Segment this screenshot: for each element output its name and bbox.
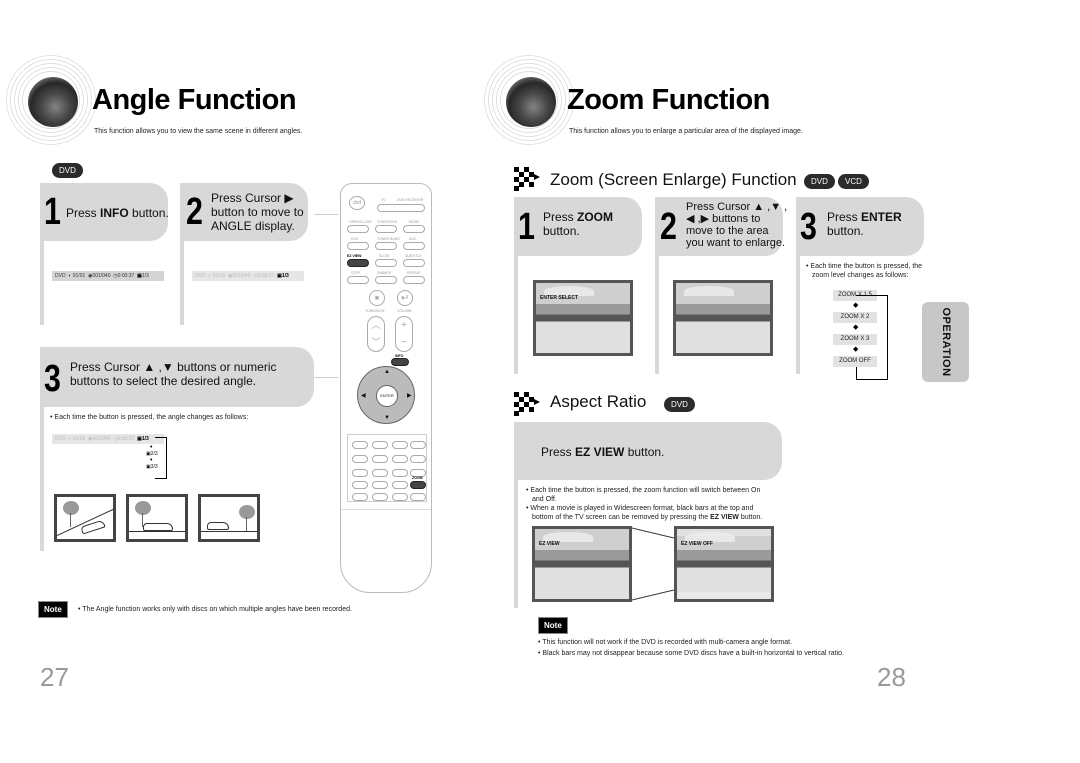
step-2-number: 2	[186, 191, 203, 233]
step-3-text: Press Cursor ▲ ,▼ buttons or numeric butt…	[70, 360, 277, 388]
dvd-power-button: dvd	[349, 196, 365, 210]
zoom-step-1-text: Press ZOOM button.	[543, 210, 614, 238]
dvd-badge: DVD	[804, 174, 835, 189]
angle-bullet: • Each time the button is pressed, the a…	[50, 414, 249, 421]
angle-image-2	[126, 494, 188, 542]
cursor-down-icon: ▼	[384, 415, 390, 421]
speaker-graphic	[6, 55, 96, 145]
page-subtitle-zoom: This function allows you to enlarge a pa…	[569, 128, 803, 135]
step-1-text: Press INFO button.	[66, 206, 169, 220]
ez-view-off-photo: EZ VIEW OFF	[674, 526, 774, 602]
page-number-28: 28	[877, 662, 906, 692]
angle-image-1	[54, 494, 116, 542]
info-display-bar: DVD ◐ 01/01 ◉001/040 ◷0:00:37 ▣1/3	[52, 271, 164, 281]
ez-view-button[interactable]	[347, 259, 369, 267]
note-item-1: • This function will not work if the DVD…	[538, 639, 793, 646]
note-label: Note	[538, 617, 568, 634]
number-keypad: ZOOM	[347, 434, 427, 502]
zoom-step-2-text: Press Cursor ▲ ,▼ , ◀ ,▶ buttons to move t…	[686, 201, 788, 249]
cursor-right-icon: ▶	[407, 393, 412, 399]
zoom-levels-bullet: • Each time the button is pressed, the zo…	[806, 263, 923, 279]
step-2-text: Press Cursor ▶ button to move to ANGLE dis…	[211, 191, 304, 233]
page-title-zoom: Zoom Function	[567, 84, 770, 116]
angle-cycle-bar: DVD ◐ 01/01 ◉001/040 ◷0:00:37 ▣1/3	[52, 434, 164, 444]
zoom-step-2-number: 2	[660, 206, 677, 248]
ez-view-step-text: Press EZ VIEW button.	[541, 445, 665, 459]
zoom-button[interactable]	[410, 481, 426, 489]
volume-rocker[interactable]: + −	[395, 316, 413, 352]
speaker-graphic	[484, 55, 574, 145]
navigation-pad[interactable]: ▲ ▼ ◀ ▶ ENTER	[357, 366, 415, 424]
page-subtitle-angle: This function allows you to view the sam…	[94, 128, 303, 135]
cycle-arrow	[155, 437, 167, 479]
section-bullet-icon	[514, 392, 540, 416]
operation-side-tab: OPERATION	[922, 302, 969, 382]
zoom-step-3-number: 3	[800, 206, 817, 248]
zoom-cycle-arrow	[856, 295, 888, 380]
angle-display-bar: DVD ◐ 01/01 ◉001/040 ◷0:00:37 ▣1/3	[192, 271, 304, 281]
page-title-angle: Angle Function	[92, 84, 297, 116]
step-1-number: 1	[44, 191, 61, 233]
aspect-ratio-heading: Aspect Ratio	[550, 392, 647, 411]
vcd-badge: VCD	[838, 174, 869, 189]
page-number-27: 27	[40, 662, 69, 692]
zoom-step-3-text: Press ENTER button.	[827, 210, 902, 238]
angle-image-3	[198, 494, 260, 542]
zoom-step-1-number: 1	[518, 206, 535, 248]
dvd-badge: DVD	[664, 397, 695, 412]
dvd-badge: DVD	[52, 163, 83, 178]
info-button[interactable]	[391, 358, 409, 366]
zoom-photo-enter-select: ENTER SELECT	[533, 280, 633, 356]
zoom-section-heading: Zoom (Screen Enlarge) Function	[550, 170, 797, 189]
ez-view-on-photo: EZ VIEW	[532, 526, 632, 602]
cursor-left-icon: ◀	[361, 393, 366, 399]
note-label: Note	[38, 601, 68, 618]
step-3-number: 3	[44, 358, 61, 400]
remote-control: dvd TV DVD RECEIVER OPEN/CLOSE TUNER/DVD…	[340, 183, 432, 593]
play-pause-button[interactable]: ▶II	[397, 290, 413, 306]
ez-view-bullet-1: • Each time the button is pressed, the z…	[526, 487, 761, 503]
cursor-up-icon: ▲	[384, 369, 390, 375]
channel-rocker[interactable]: ︿ ﹀	[367, 316, 385, 352]
stop-button[interactable]: ■	[369, 290, 385, 306]
connector-lines	[632, 527, 674, 601]
enter-button: ENTER	[376, 385, 398, 407]
section-bullet-icon	[514, 167, 540, 191]
zoom-photo-move	[673, 280, 773, 356]
note-text: • The Angle function works only with dis…	[78, 606, 352, 613]
ez-view-bullet-2: • When a movie is played in Widescreen f…	[526, 505, 763, 521]
note-item-2: • Black bars may not disappear because s…	[538, 650, 844, 657]
